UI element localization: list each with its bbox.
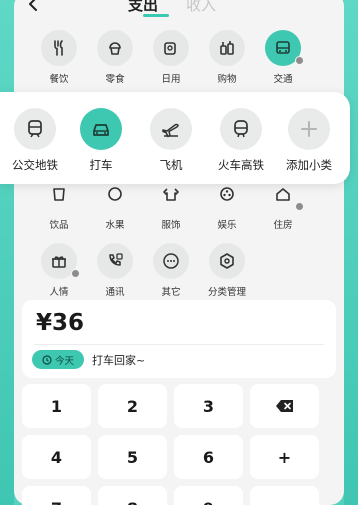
train-icon — [220, 108, 262, 150]
backspace-icon — [275, 400, 293, 412]
category-label: 零食 — [105, 74, 125, 85]
category-drinks[interactable]: 饮品 — [31, 176, 87, 231]
taxi-icon — [80, 108, 122, 150]
side-border-right — [344, 0, 358, 505]
category-manage[interactable]: 分类管理 — [199, 243, 255, 298]
plus-icon — [288, 108, 330, 150]
bus-icon — [265, 30, 304, 66]
category-label: 人情 — [49, 287, 69, 298]
apple-icon — [97, 176, 133, 212]
top-bar: 支出 收入 — [14, 0, 344, 28]
more-badge — [295, 56, 304, 65]
more-badge — [295, 202, 304, 211]
back-arrow-icon[interactable] — [26, 0, 42, 12]
divider — [34, 344, 324, 345]
key-2[interactable]: 2 — [98, 384, 167, 428]
metro-icon — [14, 108, 56, 150]
cosmetics-icon — [209, 30, 245, 66]
key-8[interactable]: 8 — [98, 486, 167, 505]
tab-income[interactable]: 收入 — [186, 0, 216, 15]
subcategory-flight[interactable]: 飞机 — [136, 108, 206, 173]
shirt-icon — [153, 176, 189, 212]
settings-hexagon-icon — [209, 243, 245, 279]
category-label: 交通 — [273, 74, 293, 85]
key-7[interactable]: 7 — [22, 486, 91, 505]
gift-icon — [41, 243, 80, 279]
amount-display: ¥36 — [36, 310, 85, 336]
key-blank[interactable] — [250, 486, 319, 505]
category-label: 饮品 — [49, 220, 69, 231]
cupcake-icon — [97, 30, 133, 66]
key-9[interactable]: 9 — [174, 486, 243, 505]
category-label: 日用 — [161, 74, 181, 85]
category-clothing[interactable]: 服饰 — [143, 176, 199, 231]
category-transport[interactable]: 交通 — [255, 30, 311, 85]
category-other[interactable]: 其它 — [143, 243, 199, 298]
airplane-icon — [150, 108, 192, 150]
category-label: 餐饮 — [49, 74, 69, 85]
category-label: 其它 — [161, 287, 181, 298]
category-label: 服饰 — [161, 220, 181, 231]
subcategory-label: 公交地铁 — [12, 158, 58, 172]
house-icon — [265, 176, 304, 212]
date-button[interactable]: 今天 — [32, 350, 84, 369]
category-dining[interactable]: 餐饮 — [31, 30, 87, 85]
cup-icon — [41, 176, 77, 212]
backspace-key[interactable] — [250, 384, 319, 428]
subcategory-label: 飞机 — [159, 158, 183, 172]
category-snacks[interactable]: 零食 — [87, 30, 143, 85]
subcategory-popup: 公交地铁 打车 飞机 火车高铁 添加小类 — [0, 92, 350, 184]
subcategory-add[interactable]: 添加小类 — [274, 108, 344, 173]
tab-active-indicator — [143, 14, 169, 17]
subcategory-taxi[interactable]: 打车 — [66, 108, 136, 173]
key-3[interactable]: 3 — [174, 384, 243, 428]
category-label: 娱乐 — [217, 220, 237, 231]
more-dots-icon — [153, 243, 189, 279]
side-border-left — [0, 0, 14, 505]
phone-icon — [97, 243, 133, 279]
subcategory-label: 添加小类 — [286, 158, 332, 172]
subcategory-label: 打车 — [89, 158, 113, 172]
key-1[interactable]: 1 — [22, 384, 91, 428]
utensils-icon — [41, 30, 77, 66]
category-shopping[interactable]: 购物 — [199, 30, 255, 85]
category-label: 水果 — [105, 220, 125, 231]
more-badge — [71, 269, 80, 278]
key-5[interactable]: 5 — [98, 435, 167, 479]
category-label: 通讯 — [105, 287, 125, 298]
clock-icon — [42, 354, 52, 365]
category-entertainment[interactable]: 娱乐 — [199, 176, 255, 231]
tissue-roll-icon — [153, 30, 189, 66]
subcategory-metro[interactable]: 公交地铁 — [0, 108, 70, 173]
category-fruit[interactable]: 水果 — [87, 176, 143, 231]
date-label: 今天 — [54, 355, 74, 367]
category-daily[interactable]: 日用 — [143, 30, 199, 85]
film-reel-icon — [209, 176, 245, 212]
note-field[interactable]: 打车回家~ — [92, 352, 145, 368]
amount-card: ¥36 今天 打车回家~ — [22, 300, 336, 378]
subcategory-label: 火车高铁 — [218, 158, 264, 172]
category-telecom[interactable]: 通讯 — [87, 243, 143, 298]
category-label: 住房 — [273, 220, 293, 231]
key-6[interactable]: 6 — [174, 435, 243, 479]
key-4[interactable]: 4 — [22, 435, 91, 479]
category-label: 分类管理 — [207, 287, 246, 298]
category-label: 购物 — [217, 74, 237, 85]
subcategory-train[interactable]: 火车高铁 — [206, 108, 276, 173]
category-gifts[interactable]: 人情 — [31, 243, 87, 298]
key-plus[interactable]: + — [250, 435, 319, 479]
tab-expense[interactable]: 支出 — [128, 0, 158, 15]
category-housing[interactable]: 住房 — [255, 176, 311, 231]
